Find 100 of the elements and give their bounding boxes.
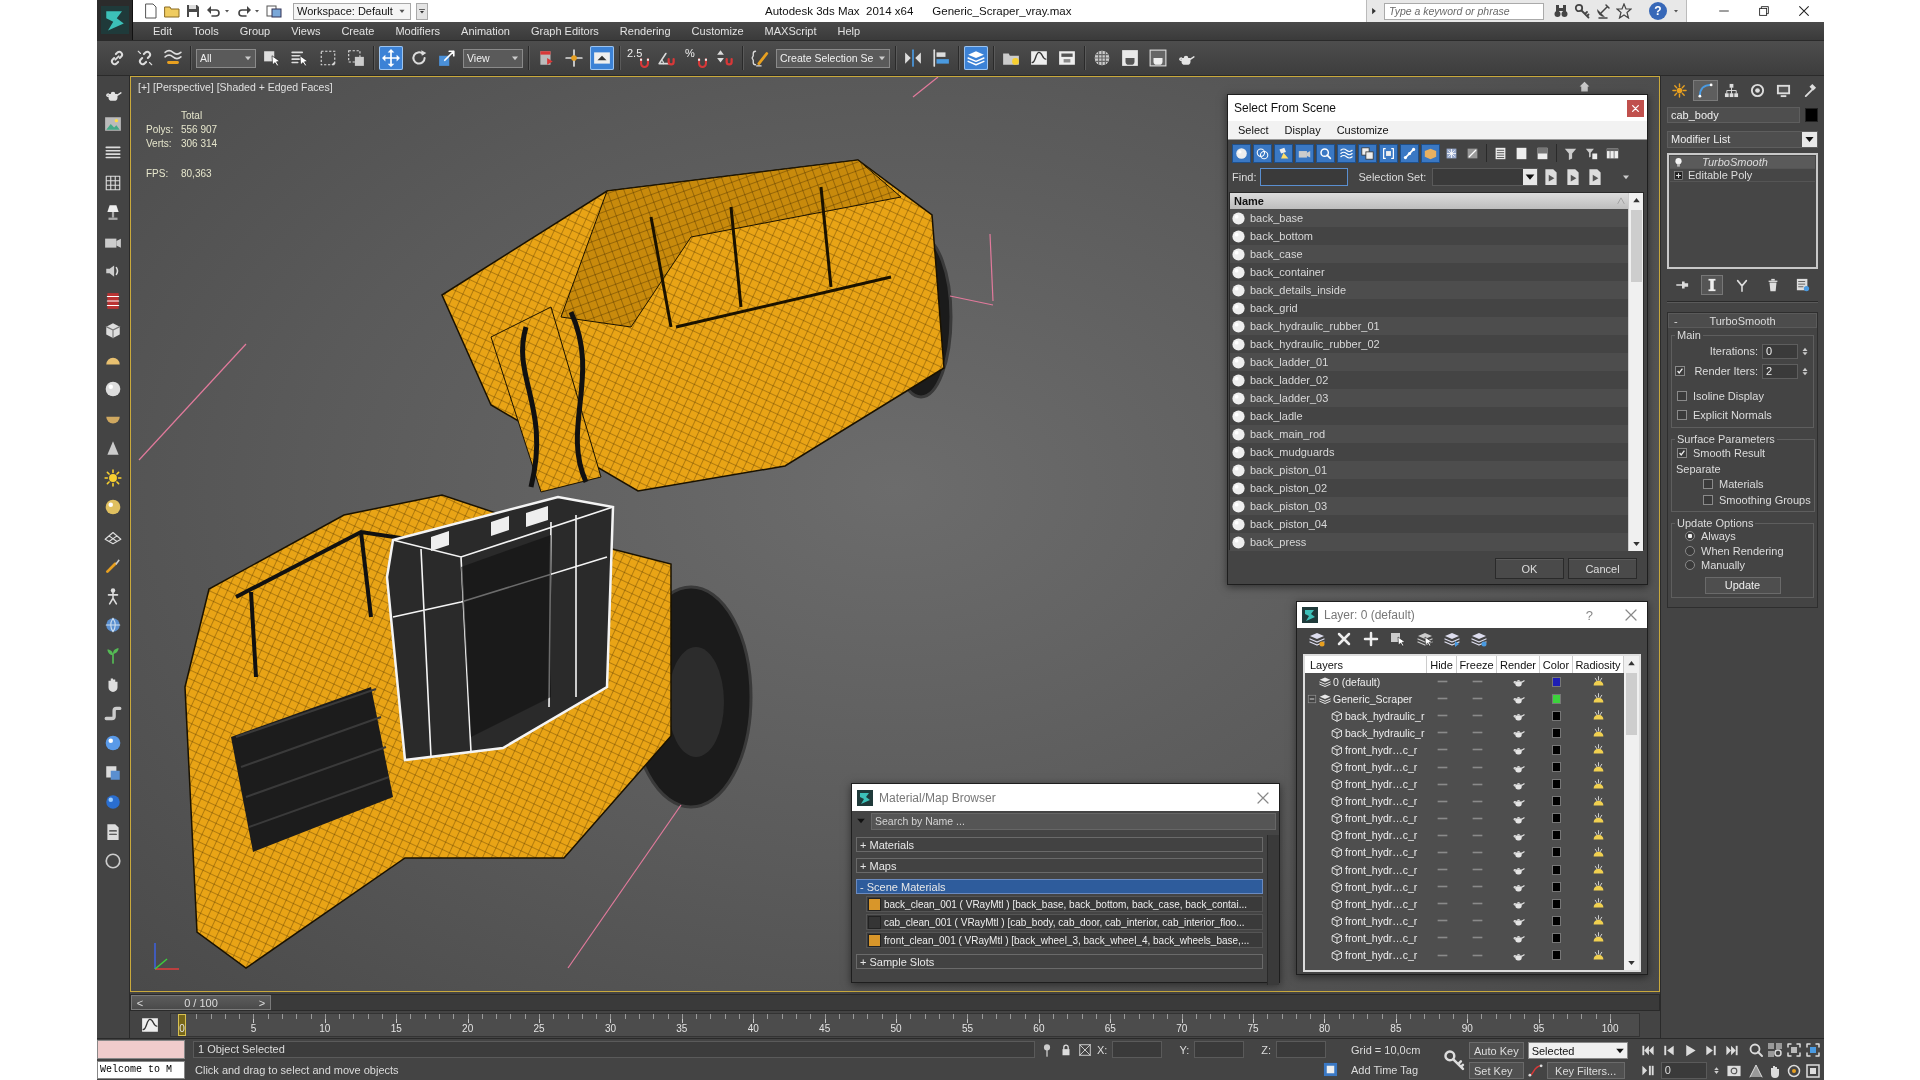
layer-stack-gear-icon[interactable] (1471, 631, 1487, 647)
coordinate-field[interactable] (1276, 1041, 1326, 1058)
radiosity-sun-icon[interactable] (1592, 914, 1605, 928)
rollout-toggle[interactable]: - (1674, 314, 1686, 327)
search-field[interactable]: Type a keyword or phrase (1384, 2, 1544, 20)
color-swatch-icon[interactable] (1552, 813, 1561, 824)
scrollbar-thumb[interactable] (1630, 210, 1642, 282)
next-frame-button[interactable]: > (254, 996, 270, 1009)
timeline-ruler[interactable]: 0 5 10 15 20 25 30 35 40 45 50 55 60 65 70 75 80 85 90 95 100 (170, 1013, 1640, 1037)
snap-toggle[interactable]: % (683, 46, 709, 70)
i-beam-icon[interactable] (1701, 275, 1724, 295)
close-icon[interactable] (1627, 99, 1644, 117)
radiosity-sun-icon[interactable] (1592, 777, 1605, 791)
scene-object-item[interactable]: back_main_rod (1230, 425, 1628, 443)
category-header[interactable]: + Materials (856, 837, 1263, 852)
circles-icon[interactable] (1253, 143, 1272, 163)
radiosity-sun-icon[interactable] (1592, 811, 1605, 825)
orbit-ring-icon[interactable] (1785, 1062, 1802, 1079)
scene-object-item[interactable]: back_ladder_03 (1230, 389, 1628, 407)
color-swatch-icon[interactable] (1552, 830, 1561, 841)
plus-box-icon[interactable] (1673, 169, 1684, 181)
viewport-label[interactable]: [Shaded + Edged Faces] (216, 81, 333, 93)
clock-window-icon[interactable] (1725, 1063, 1742, 1078)
radiosity-sun-icon[interactable] (1592, 828, 1605, 842)
column-header[interactable]: Hide (1427, 656, 1457, 673)
menu-item[interactable]: Create (341, 25, 375, 37)
layer-name[interactable]: front_hydr…c_r (1345, 795, 1418, 808)
spinner-field[interactable]: 2 (1762, 363, 1798, 379)
lightbulb-icon[interactable] (1673, 156, 1684, 168)
layer-name[interactable]: front_hydr…c_r (1345, 812, 1418, 825)
modifier-list-dropdown[interactable]: Modifier List (1667, 131, 1818, 148)
brackets-box-icon[interactable] (1785, 1042, 1802, 1058)
scene-object-item[interactable]: back_case (1230, 245, 1628, 263)
key-icon[interactable] (1574, 3, 1590, 19)
magnifier-icon[interactable] (1747, 1042, 1764, 1058)
layer-stack-arrow-icon[interactable] (1444, 631, 1460, 647)
layer-name[interactable]: front_hydr…c_r (1345, 949, 1418, 962)
selection-set-dropdown[interactable] (1432, 168, 1539, 186)
layer-name[interactable]: back_hydraulic_r (1345, 709, 1425, 722)
menu-item[interactable]: Select (1238, 124, 1269, 136)
color-swatch-icon[interactable] (1552, 915, 1561, 926)
spinner-field[interactable]: 0 (1762, 343, 1798, 359)
layer-name[interactable]: front_hydr…c_r (1345, 897, 1418, 910)
menu-item[interactable]: Modifiers (395, 25, 441, 37)
crosshair-icon[interactable] (562, 46, 586, 70)
color-swatch-icon[interactable] (1552, 710, 1561, 721)
help-button[interactable]: ? (1585, 607, 1593, 623)
radio-button[interactable] (1685, 545, 1695, 556)
radiosity-sun-icon[interactable] (1592, 931, 1605, 945)
key-icon[interactable] (1443, 1048, 1465, 1071)
key-mode-dropdown[interactable]: Selected (1527, 1042, 1628, 1059)
binoculars-icon[interactable] (1553, 3, 1569, 19)
color-swatch-icon[interactable] (1552, 676, 1561, 687)
help-button[interactable]: ? (1649, 2, 1667, 20)
plus-icon[interactable] (1363, 631, 1379, 647)
skip-back-icon[interactable] (1639, 1043, 1656, 1058)
time-slider-track[interactable]: < 0 / 100 > (130, 994, 1660, 1011)
checkbox[interactable] (1675, 366, 1685, 376)
menu-item[interactable]: Tools (192, 25, 219, 37)
column-header[interactable]: Color (1540, 656, 1573, 673)
menu-item[interactable]: Animation (461, 25, 510, 37)
scene-object-item[interactable]: back_press (1230, 533, 1628, 551)
group-boxes-icon[interactable] (1358, 143, 1377, 163)
layer-name[interactable]: front_hydr…c_r (1345, 761, 1418, 773)
material-item[interactable]: cab_clean_001 ( VRayMtl ) [cab_body, cab_door, cab_interior, cab_interior_floo... (866, 914, 1263, 930)
layer-name[interactable]: 0 (default) (1333, 675, 1381, 688)
layer-name[interactable]: front_hydr…c_r (1345, 829, 1418, 842)
menu-item[interactable]: MAXScript (764, 25, 817, 37)
radio-button[interactable] (1685, 560, 1695, 571)
scene-object-item[interactable]: back_piston_03 (1230, 497, 1628, 515)
radiosity-sun-icon[interactable] (1592, 743, 1605, 757)
auto-key-button[interactable]: Auto Key (1469, 1042, 1524, 1059)
category-header[interactable]: - Scene Materials (856, 879, 1263, 894)
curve-icon[interactable] (1527, 1063, 1543, 1078)
bracket-box-icon[interactable] (1379, 143, 1398, 163)
viewport-label[interactable]: [Perspective] (152, 81, 214, 93)
layer-name[interactable]: front_hydr…c_r (1345, 846, 1418, 859)
checkbox[interactable] (1677, 448, 1687, 458)
snap-toggle[interactable]: 2.5 (625, 46, 651, 70)
color-swatch-icon[interactable] (1552, 693, 1561, 704)
delete-x-icon[interactable] (1336, 631, 1352, 647)
scene-object-item[interactable]: back_details_inside (1230, 281, 1628, 299)
brackets-grid-icon[interactable] (1804, 1042, 1821, 1058)
coordinate-field[interactable] (1194, 1041, 1245, 1058)
menu-item[interactable]: Customize (1336, 124, 1389, 136)
app-logo-icon[interactable] (100, 5, 129, 35)
menu-item[interactable]: Graph Editors (530, 25, 599, 37)
menu-item[interactable]: Rendering (619, 25, 671, 37)
star-icon[interactable] (1616, 3, 1632, 19)
scrollbar[interactable] (1624, 656, 1639, 970)
redo-icon[interactable] (236, 3, 252, 19)
update-button[interactable]: Update (1704, 576, 1781, 594)
folder-icon[interactable] (164, 3, 180, 19)
menu-item[interactable]: Display (1284, 124, 1321, 136)
menu-item[interactable]: Group (239, 25, 271, 37)
column-header[interactable]: Freeze (1457, 656, 1497, 673)
maximize-view-icon[interactable] (1804, 1062, 1821, 1079)
color-swatch-icon[interactable] (1552, 847, 1561, 858)
color-swatch-icon[interactable] (1805, 108, 1818, 122)
scene-object-item[interactable]: back_base (1230, 209, 1628, 227)
